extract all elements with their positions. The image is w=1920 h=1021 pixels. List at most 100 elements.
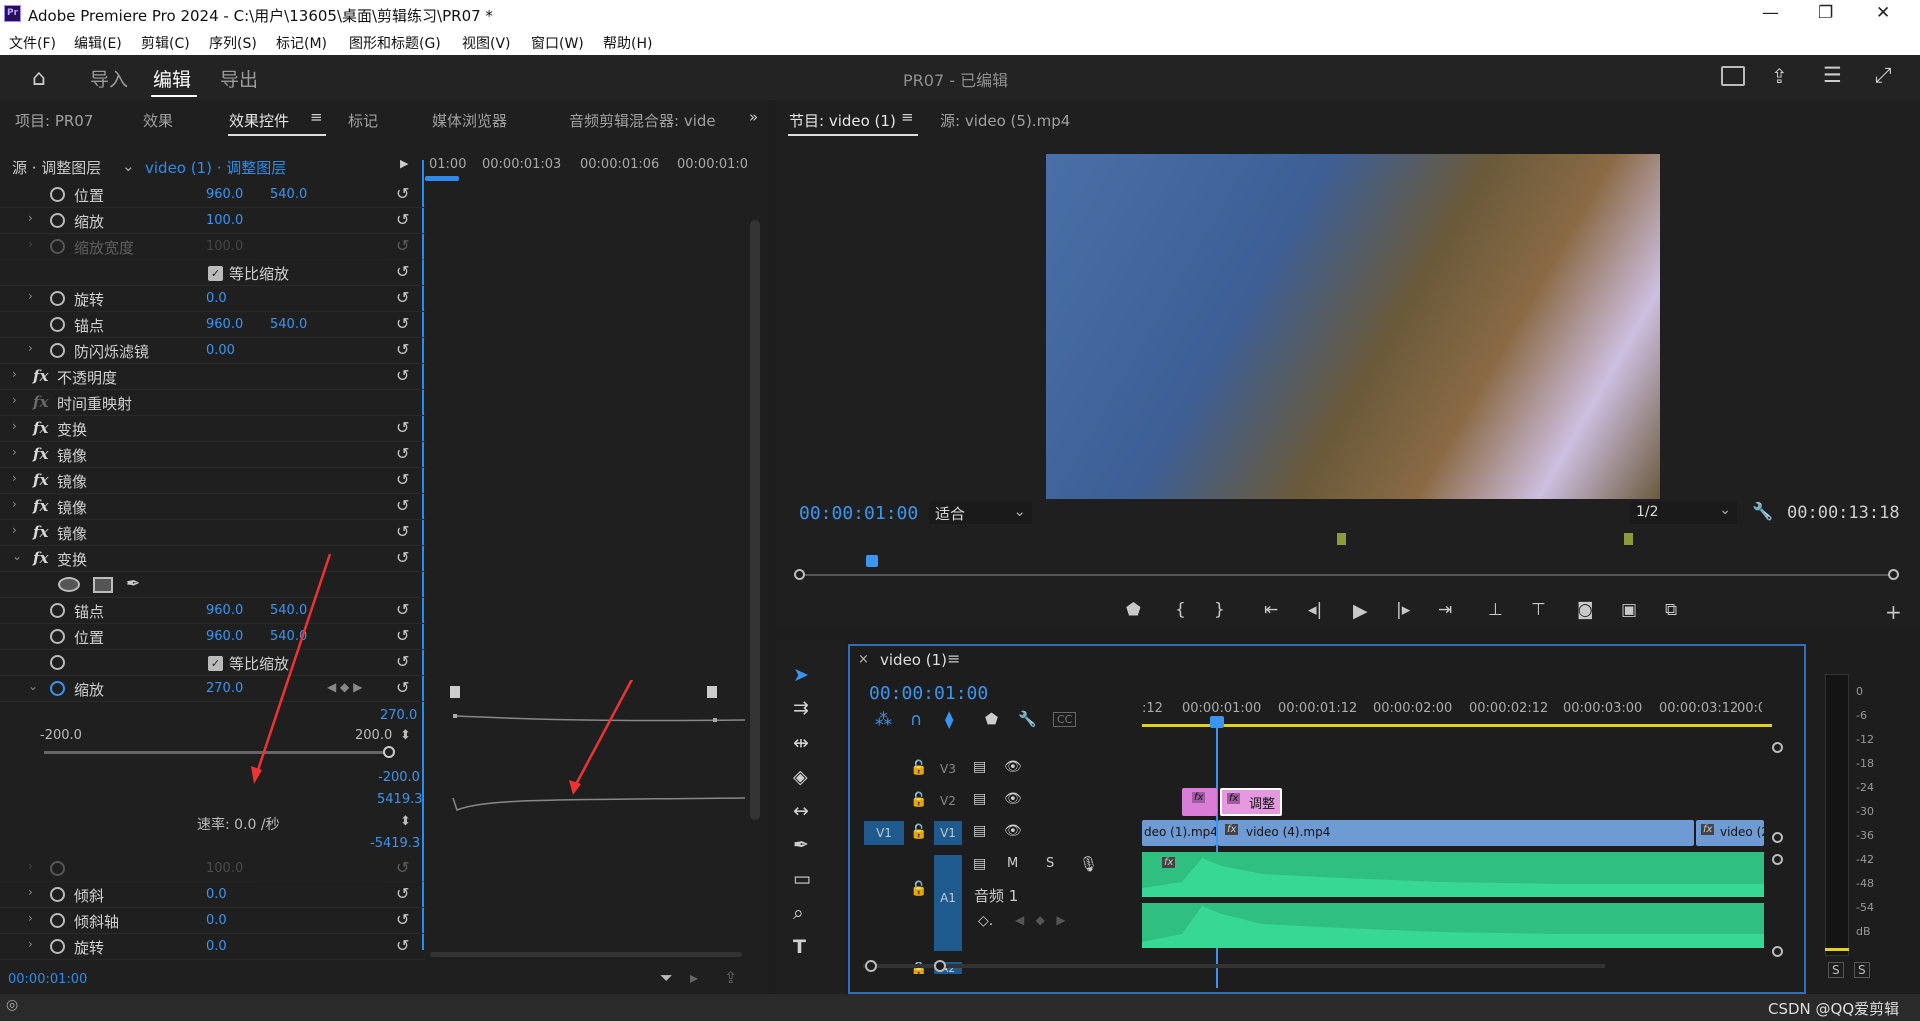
linked-selection-icon[interactable]: ⧫ xyxy=(945,710,953,730)
reset-icon[interactable]: ↺ xyxy=(396,184,409,203)
reset-icon[interactable]: ↺ xyxy=(396,340,409,359)
rectangle-tool-icon[interactable]: ▭ xyxy=(793,868,811,890)
mic-icon[interactable]: 🎙 xyxy=(1079,855,1098,873)
expand-caret-icon[interactable]: › xyxy=(12,393,17,407)
menu-edit[interactable]: 编辑(E) xyxy=(74,33,122,53)
reset-icon[interactable]: ↺ xyxy=(396,600,409,619)
adjustment-clip-part[interactable]: fx xyxy=(1182,788,1217,816)
value[interactable]: 0.0 xyxy=(206,291,227,306)
button-editor-icon[interactable]: + xyxy=(1885,600,1902,624)
sequence-tab[interactable]: video (1) xyxy=(880,651,947,669)
panel-menu-icon[interactable]: ≡ xyxy=(901,108,914,126)
play-audio-icon[interactable]: ▸ xyxy=(690,968,698,987)
expand-caret-icon[interactable]: › xyxy=(28,937,33,951)
eye-icon[interactable]: 👁 xyxy=(1004,791,1022,807)
tab-effects[interactable]: 效果 xyxy=(143,110,173,131)
monitor-scrubber[interactable] xyxy=(798,574,1898,576)
reset-icon[interactable]: ↺ xyxy=(396,678,409,697)
tab-audio-clip-mixer[interactable]: 音频剪辑混合器: vide xyxy=(569,110,719,131)
cloud-icon[interactable]: ◎ xyxy=(6,997,18,1013)
track-target-v1[interactable]: V1 xyxy=(934,821,962,845)
stopwatch-icon[interactable] xyxy=(50,655,65,670)
checkbox-icon[interactable]: ✓ xyxy=(208,266,223,281)
sync-lock-icon[interactable]: ▤ xyxy=(973,856,986,872)
panel-menu-icon[interactable]: ≡ xyxy=(310,108,323,126)
lock-icon[interactable]: 🔓 xyxy=(910,760,927,776)
reset-icon[interactable]: ↺ xyxy=(396,444,409,463)
effect-opacity[interactable]: › fx 不透明度 ↺ xyxy=(0,364,425,390)
keyframe-nav-icon[interactable]: ◀ ◆ ▶ xyxy=(1015,913,1066,927)
video-clip-1[interactable]: deo (1).mp4 xyxy=(1142,820,1216,846)
vertical-scrollbar[interactable] xyxy=(750,220,760,820)
sync-lock-icon[interactable]: ▤ xyxy=(973,791,986,807)
value[interactable]: 270.0 xyxy=(206,681,243,696)
effect-transform[interactable]: › fx 变换 ↺ xyxy=(0,416,425,442)
workspaces-icon[interactable]: ☰ xyxy=(1823,63,1842,87)
expand-caret-icon[interactable]: › xyxy=(12,523,17,537)
effect-mirror[interactable]: › fx 镜像 ↺ xyxy=(0,442,425,468)
fx-icon[interactable]: fx xyxy=(33,445,48,463)
clip-label[interactable]: video (1) · 调整图层 xyxy=(145,157,286,178)
settings-wrench-icon[interactable]: 🔧 xyxy=(1752,502,1773,522)
reset-icon[interactable]: ↺ xyxy=(396,496,409,515)
mark-out-icon[interactable]: } xyxy=(1214,600,1225,620)
add-marker-icon[interactable]: ⬟ xyxy=(985,710,998,728)
add-marker-icon[interactable]: ⬟ xyxy=(1126,600,1141,620)
slider-handle[interactable] xyxy=(383,746,395,758)
reset-icon[interactable]: ↺ xyxy=(396,522,409,541)
expand-caret-icon[interactable]: › xyxy=(12,367,17,381)
fx-icon[interactable]: fx xyxy=(33,419,48,437)
step-back-icon[interactable]: ◂| xyxy=(1308,600,1322,620)
lock-icon[interactable]: 🔓 xyxy=(910,824,927,840)
timeline-ruler[interactable]: :12 00:00:01:00 00:00:01:12 00:00:02:00 … xyxy=(1142,698,1772,728)
adjustment-clip[interactable]: fx 调整 xyxy=(1220,788,1282,816)
work-area-bar[interactable] xyxy=(425,176,459,181)
keyframe-ruler[interactable]: 01:00 00:00:01:03 00:00:01:06 00:00:01:0 xyxy=(425,152,750,182)
slip-tool-icon[interactable]: ↔ xyxy=(793,800,809,822)
video-clip-4[interactable]: fx video (4).mp4 xyxy=(1218,820,1694,846)
value-x[interactable]: 960.0 xyxy=(206,629,243,644)
v-scroll-handle[interactable] xyxy=(1772,854,1783,865)
tab-program[interactable]: 节目: video (1) xyxy=(789,110,896,131)
tab-media-browser[interactable]: 媒体浏览器 xyxy=(432,110,507,131)
scrub-start-handle[interactable] xyxy=(794,569,805,580)
expand-caret-icon[interactable]: › xyxy=(28,885,33,899)
comparison-view-icon[interactable]: ▣ xyxy=(1621,600,1637,620)
pen-mask-icon[interactable]: ✒ xyxy=(126,574,140,594)
solo-button[interactable]: S xyxy=(1046,856,1054,871)
reset-icon[interactable]: ↺ xyxy=(396,262,409,281)
menu-help[interactable]: 帮助(H) xyxy=(603,33,652,53)
menu-graphics[interactable]: 图形和标题(G) xyxy=(349,33,441,53)
marker-icon[interactable] xyxy=(1624,533,1633,545)
zoom-handle-right[interactable] xyxy=(934,960,946,972)
minimize-icon[interactable]: — xyxy=(1762,3,1779,23)
reset-icon[interactable]: ↺ xyxy=(396,418,409,437)
playhead-handle[interactable] xyxy=(1210,716,1224,728)
reset-icon[interactable]: ↺ xyxy=(396,288,409,307)
export-icon[interactable]: ⇪ xyxy=(724,968,737,987)
stopwatch-active-icon[interactable] xyxy=(50,681,65,696)
type-tool-icon[interactable]: T xyxy=(793,936,806,958)
more-tabs-icon[interactable]: » xyxy=(749,108,758,126)
menu-clip[interactable]: 剪辑(C) xyxy=(141,33,190,53)
menu-sequence[interactable]: 序列(S) xyxy=(209,33,257,53)
v-scroll-handle[interactable] xyxy=(1772,832,1783,843)
lift-icon[interactable]: ⊥ xyxy=(1488,600,1503,620)
reset-icon[interactable]: ↺ xyxy=(396,210,409,229)
value-x[interactable]: 960.0 xyxy=(206,187,243,202)
v-scroll-handle[interactable] xyxy=(1772,946,1783,957)
stopwatch-icon[interactable] xyxy=(50,939,65,954)
track-select-tool-icon[interactable]: ⇉ xyxy=(793,697,809,719)
reset-icon[interactable]: ↺ xyxy=(396,314,409,333)
keyframe-toggle-icon[interactable]: ◇. xyxy=(978,913,993,929)
filter-icon[interactable]: ⏷ xyxy=(660,968,673,988)
effect-time-remap[interactable]: › fx 时间重映射 xyxy=(0,390,425,416)
marker-icon[interactable] xyxy=(1337,533,1346,545)
reset-icon[interactable]: ↺ xyxy=(396,470,409,489)
razor-tool-icon[interactable]: ◈ xyxy=(793,766,808,788)
tab-project[interactable]: 项目: PR07 xyxy=(15,110,93,131)
audio-clip-waveform[interactable] xyxy=(1142,852,1764,948)
resolution-dropdown[interactable]: 1/2 ⌄ xyxy=(1630,502,1737,524)
rect-mask-icon[interactable] xyxy=(93,577,113,593)
solo-left-button[interactable]: S xyxy=(1828,962,1844,978)
